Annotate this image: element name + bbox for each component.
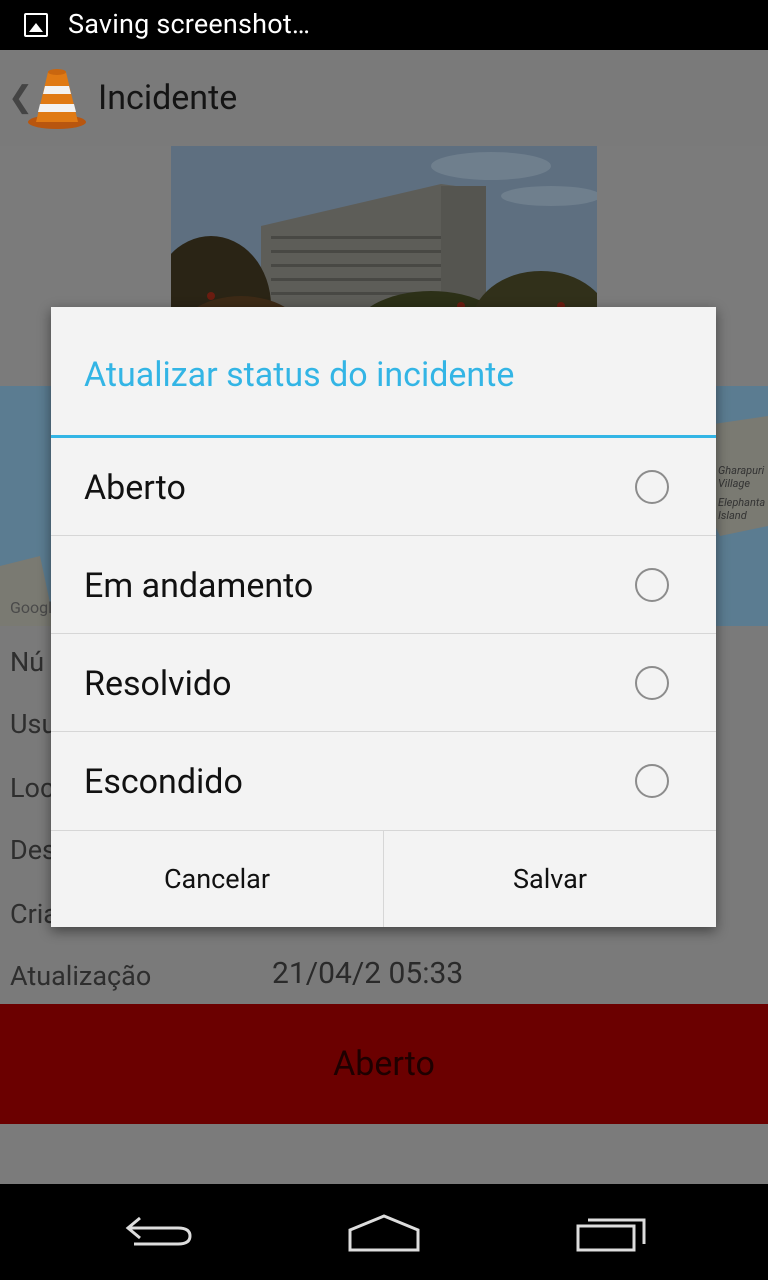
dialog-button-bar: Cancelar Salvar xyxy=(51,830,716,927)
status-option-em-andamento[interactable]: Em andamento xyxy=(51,536,716,634)
radio-button[interactable] xyxy=(635,764,669,798)
image-icon xyxy=(24,13,48,37)
status-notification-text: Saving screenshot… xyxy=(68,8,311,40)
action-bar: ❮ Incidente xyxy=(0,50,768,146)
detail-label-descricao: Des xyxy=(10,834,56,866)
radio-button[interactable] xyxy=(635,568,669,602)
status-option-label: Resolvido xyxy=(84,664,232,704)
page-title: Incidente xyxy=(98,78,238,118)
detail-label-atualizacao: Atualização xyxy=(10,960,152,992)
dialog-title: Atualizar status do incidente xyxy=(84,355,515,395)
status-option-resolvido[interactable]: Resolvido xyxy=(51,634,716,732)
update-status-dialog: Atualizar status do incidente Aberto Em … xyxy=(51,307,716,927)
status-bar: Saving screenshot… xyxy=(0,0,768,50)
navigation-bar xyxy=(0,1184,768,1280)
status-option-label: Aberto xyxy=(84,468,186,508)
status-option-aberto[interactable]: Aberto xyxy=(51,438,716,536)
traffic-cone-icon[interactable] xyxy=(26,66,88,130)
status-option-label: Escondido xyxy=(84,762,243,802)
status-option-escondido[interactable]: Escondido xyxy=(51,732,716,830)
map-label-elephanta: Elephanta Island xyxy=(718,496,766,522)
cancel-button[interactable]: Cancelar xyxy=(51,831,384,927)
radio-button[interactable] xyxy=(635,666,669,700)
recent-apps-icon[interactable] xyxy=(574,1212,650,1256)
detail-label-numero: Nú xyxy=(10,646,45,678)
radio-button[interactable] xyxy=(635,470,669,504)
status-banner[interactable]: Aberto xyxy=(0,1004,768,1124)
detail-value-atualizacao: 21/04/2 05:33 xyxy=(272,956,464,991)
map-label-gharapuri: Gharapuri Village xyxy=(718,464,765,490)
detail-label-local: Loc xyxy=(10,772,55,804)
status-option-label: Em andamento xyxy=(84,566,314,606)
status-banner-label: Aberto xyxy=(333,1044,435,1084)
save-button[interactable]: Salvar xyxy=(384,831,716,927)
back-icon[interactable] xyxy=(122,1212,198,1252)
home-icon[interactable] xyxy=(346,1212,422,1256)
detail-label-usuario: Usu xyxy=(10,708,57,740)
